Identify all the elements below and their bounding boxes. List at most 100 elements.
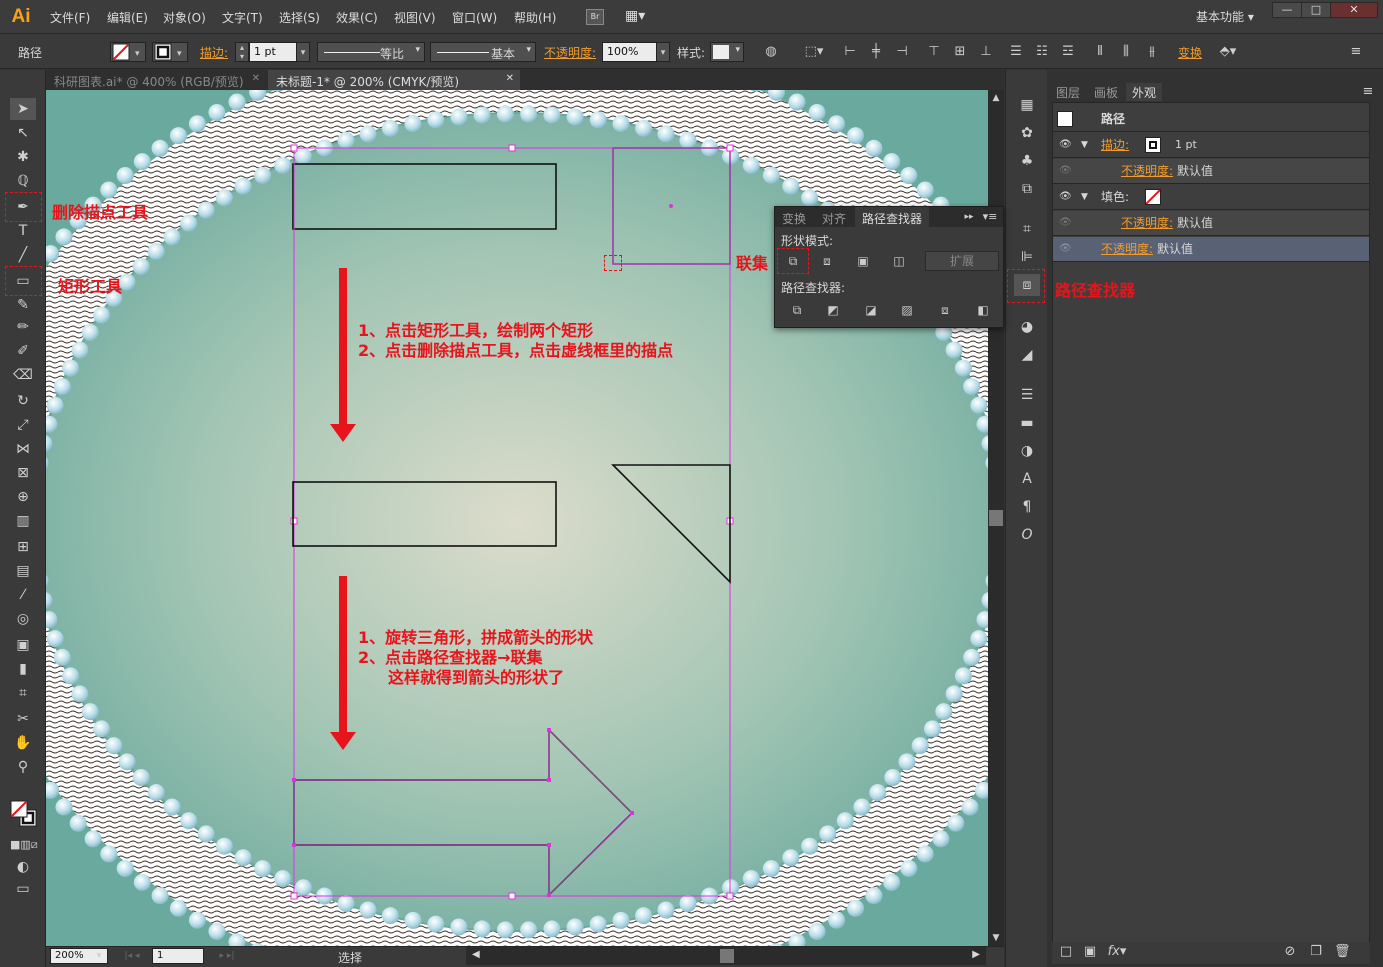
opacity-label[interactable]: 不透明度: — [544, 44, 596, 61]
swatches-panel-icon[interactable]: ▦ — [1014, 94, 1040, 116]
distribute-bottom-icon[interactable]: ☲ — [1058, 42, 1078, 62]
merge-button[interactable]: ◪ — [861, 301, 881, 319]
fill-stroke-swatches[interactable] — [10, 800, 38, 828]
clear-appearance-icon[interactable]: ⊘ — [1282, 942, 1298, 962]
stroke-swatch[interactable]: ▾ — [152, 42, 188, 62]
tab-document-2[interactable]: 未标题-1* @ 200% (CMYK/预览) ✕ — [268, 70, 520, 90]
appearance-row-fill[interactable]: 👁 ▼ 填色: — [1053, 185, 1369, 210]
align-bottom-icon[interactable]: ⊥ — [976, 42, 996, 62]
h-scroll-thumb[interactable] — [720, 949, 734, 963]
menu-effect[interactable]: 效果(C) — [336, 9, 378, 26]
opentype-panel-icon[interactable]: O — [1014, 524, 1040, 546]
paintbrush-tool-icon[interactable]: ✎ — [10, 294, 36, 316]
transform-panel-icon[interactable]: ⌗ — [1014, 218, 1040, 240]
column-graph-tool-icon[interactable]: ▮ — [10, 658, 36, 680]
brushes-panel-icon[interactable]: ✿ — [1014, 122, 1040, 144]
shape-builder-tool-icon[interactable]: ⊕ — [10, 486, 36, 508]
character-panel-icon[interactable]: A — [1014, 468, 1040, 490]
stroke-label[interactable]: 描边: — [200, 44, 228, 61]
eye-icon[interactable]: 👁 — [1059, 133, 1072, 157]
eye-icon[interactable]: 👁 — [1059, 159, 1072, 183]
paragraph-panel-icon[interactable]: ¶ — [1014, 496, 1040, 518]
menu-edit[interactable]: 编辑(E) — [107, 9, 148, 26]
color-guide-panel-icon[interactable]: ◕ — [1014, 316, 1040, 338]
variable-width-profile[interactable]: 等比 ▾ — [317, 42, 425, 62]
appearance-row-fill-opacity[interactable]: 👁 不透明度: 默认值 — [1053, 211, 1369, 236]
transform-link[interactable]: 变换 — [1178, 44, 1202, 61]
align-right-icon[interactable]: ⊣ — [892, 42, 912, 62]
fill-swatch[interactable]: ▾ — [110, 42, 146, 62]
line-tool-icon[interactable]: ╱ — [10, 244, 36, 266]
maximize-button[interactable]: □ — [1301, 2, 1331, 18]
menu-file[interactable]: 文件(F) — [50, 9, 90, 26]
minimize-button[interactable]: — — [1272, 2, 1302, 18]
minus-back-button[interactable]: ◧ — [973, 301, 993, 319]
distribute-hcenter-icon[interactable]: ⫼ — [1116, 42, 1136, 62]
chevron-down-icon[interactable]: ▾ — [92, 947, 106, 965]
distribute-left-icon[interactable]: ⫴ — [1090, 42, 1110, 62]
free-transform-tool-icon[interactable]: ⊠ — [10, 462, 36, 484]
trash-icon[interactable]: 🗑 — [1334, 942, 1351, 962]
blob-brush-tool-icon[interactable]: ✐ — [10, 340, 36, 362]
menu-object[interactable]: 对象(O) — [163, 9, 206, 26]
align-top-icon[interactable]: ⊤ — [924, 42, 944, 62]
add-fill-icon[interactable]: ▣ — [1082, 942, 1098, 962]
artboard-tool-icon[interactable]: ⌗ — [10, 682, 36, 704]
direct-selection-tool-icon[interactable]: ↖ — [10, 122, 36, 144]
tab-layers[interactable]: 图层 — [1050, 83, 1086, 101]
zoom-tool-icon[interactable]: ⚲ — [10, 756, 36, 778]
symbol-sprayer-tool-icon[interactable]: ▣ — [10, 634, 36, 656]
screen-mode-icon[interactable]: ▭ — [10, 878, 36, 900]
perspective-grid-tool-icon[interactable]: ▥ — [10, 510, 36, 532]
graphic-style-swatch[interactable]: ▾ — [710, 42, 744, 62]
rotate-tool-icon[interactable]: ↻ — [10, 390, 36, 412]
gradient-panel-icon[interactable]: ▬ — [1014, 412, 1040, 434]
next-last-artboard-icon[interactable]: ▸ ▸| — [206, 947, 248, 965]
expand-button[interactable]: 扩展 — [925, 251, 999, 271]
minus-front-button[interactable]: ⧈ — [817, 252, 837, 270]
disclosure-triangle-icon[interactable]: ▼ — [1081, 185, 1088, 209]
align-left-icon[interactable]: ⊢ — [840, 42, 860, 62]
tab-artboards[interactable]: 画板 — [1088, 83, 1124, 101]
panel-menu-icon[interactable]: ≡ — [1358, 82, 1378, 102]
crop-button[interactable]: ▨ — [897, 301, 917, 319]
color-panel-icon[interactable]: ◢ — [1014, 344, 1040, 366]
eye-icon[interactable]: 👁 — [1059, 185, 1072, 209]
width-tool-icon[interactable]: ⋈ — [10, 438, 36, 460]
color-mode-icons[interactable]: ■▥⧄ — [10, 834, 38, 856]
selection-tool-icon[interactable]: ➤ — [10, 98, 36, 120]
collapse-panel-icon[interactable]: ▸▸ — [961, 207, 977, 227]
stroke-stepper[interactable]: ▴ ▾ — [235, 42, 249, 62]
close-icon[interactable]: ✕ — [506, 73, 514, 84]
duplicate-item-icon[interactable]: ❐ — [1308, 942, 1324, 962]
pencil-tool-icon[interactable]: ✏ — [10, 316, 36, 338]
recolor-artwork-icon[interactable]: ◍ — [760, 42, 782, 62]
outline-button[interactable]: ⧈ — [935, 301, 955, 319]
eye-icon[interactable]: 👁 — [1059, 211, 1072, 235]
type-tool-icon[interactable]: T — [10, 220, 36, 242]
align-vcenter-icon[interactable]: ⊞ — [950, 42, 970, 62]
mesh-tool-icon[interactable]: ⊞ — [10, 536, 36, 558]
align-hcenter-icon[interactable]: ╪ — [866, 42, 886, 62]
panel-menu-icon[interactable]: ≡ — [1346, 42, 1366, 62]
close-button[interactable]: ✕ — [1330, 2, 1378, 18]
appearance-row-opacity[interactable]: 👁 不透明度: 默认值 — [1053, 237, 1369, 262]
artboard-number-field[interactable]: 1 — [152, 948, 204, 964]
slice-tool-icon[interactable]: ✂ — [10, 708, 36, 730]
gradient-tool-icon[interactable]: ▤ — [10, 560, 36, 582]
appearance-row-stroke-opacity[interactable]: 👁 不透明度: 默认值 — [1053, 159, 1369, 184]
divide-button[interactable]: ⧉ — [787, 301, 807, 319]
symbols-panel-icon[interactable]: ♣ — [1014, 150, 1040, 172]
opacity-field[interactable]: 100% — [602, 42, 658, 62]
chevron-down-icon[interactable]: ▾ — [656, 42, 670, 62]
distribute-vcenter-icon[interactable]: ☷ — [1032, 42, 1052, 62]
arrange-documents-icon[interactable]: ▦▾ — [625, 8, 653, 25]
menu-view[interactable]: 视图(V) — [394, 9, 436, 26]
magic-wand-tool-icon[interactable]: ✱ — [10, 146, 36, 168]
brush-definition[interactable]: 基本 ▾ — [430, 42, 536, 62]
distribute-right-icon[interactable]: ⫵ — [1142, 42, 1162, 62]
scroll-up-icon[interactable]: ▲ — [988, 90, 1004, 106]
tab-document-1[interactable]: 科研图表.ai* @ 400% (RGB/预览) ✕ — [46, 70, 266, 90]
disclosure-triangle-icon[interactable]: ▼ — [1081, 133, 1088, 157]
close-icon[interactable]: ✕ — [252, 73, 260, 84]
